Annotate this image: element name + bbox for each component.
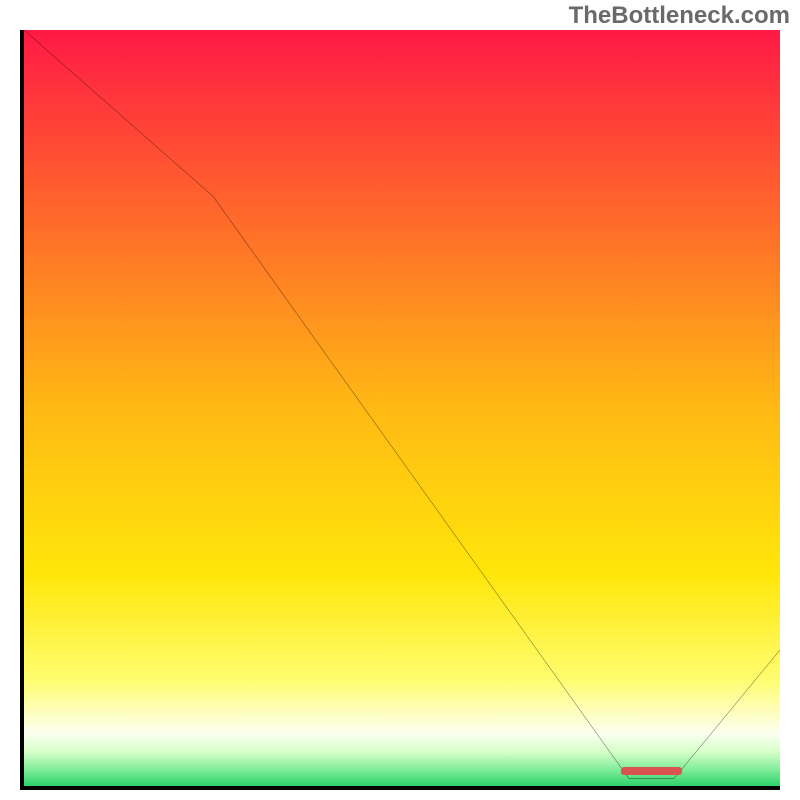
heatmap-gradient bbox=[24, 30, 780, 786]
chart-container: TheBottleneck.com bbox=[0, 0, 800, 800]
plot-area bbox=[20, 30, 780, 790]
optimal-range-marker bbox=[621, 767, 681, 775]
attribution-label: TheBottleneck.com bbox=[569, 2, 790, 30]
